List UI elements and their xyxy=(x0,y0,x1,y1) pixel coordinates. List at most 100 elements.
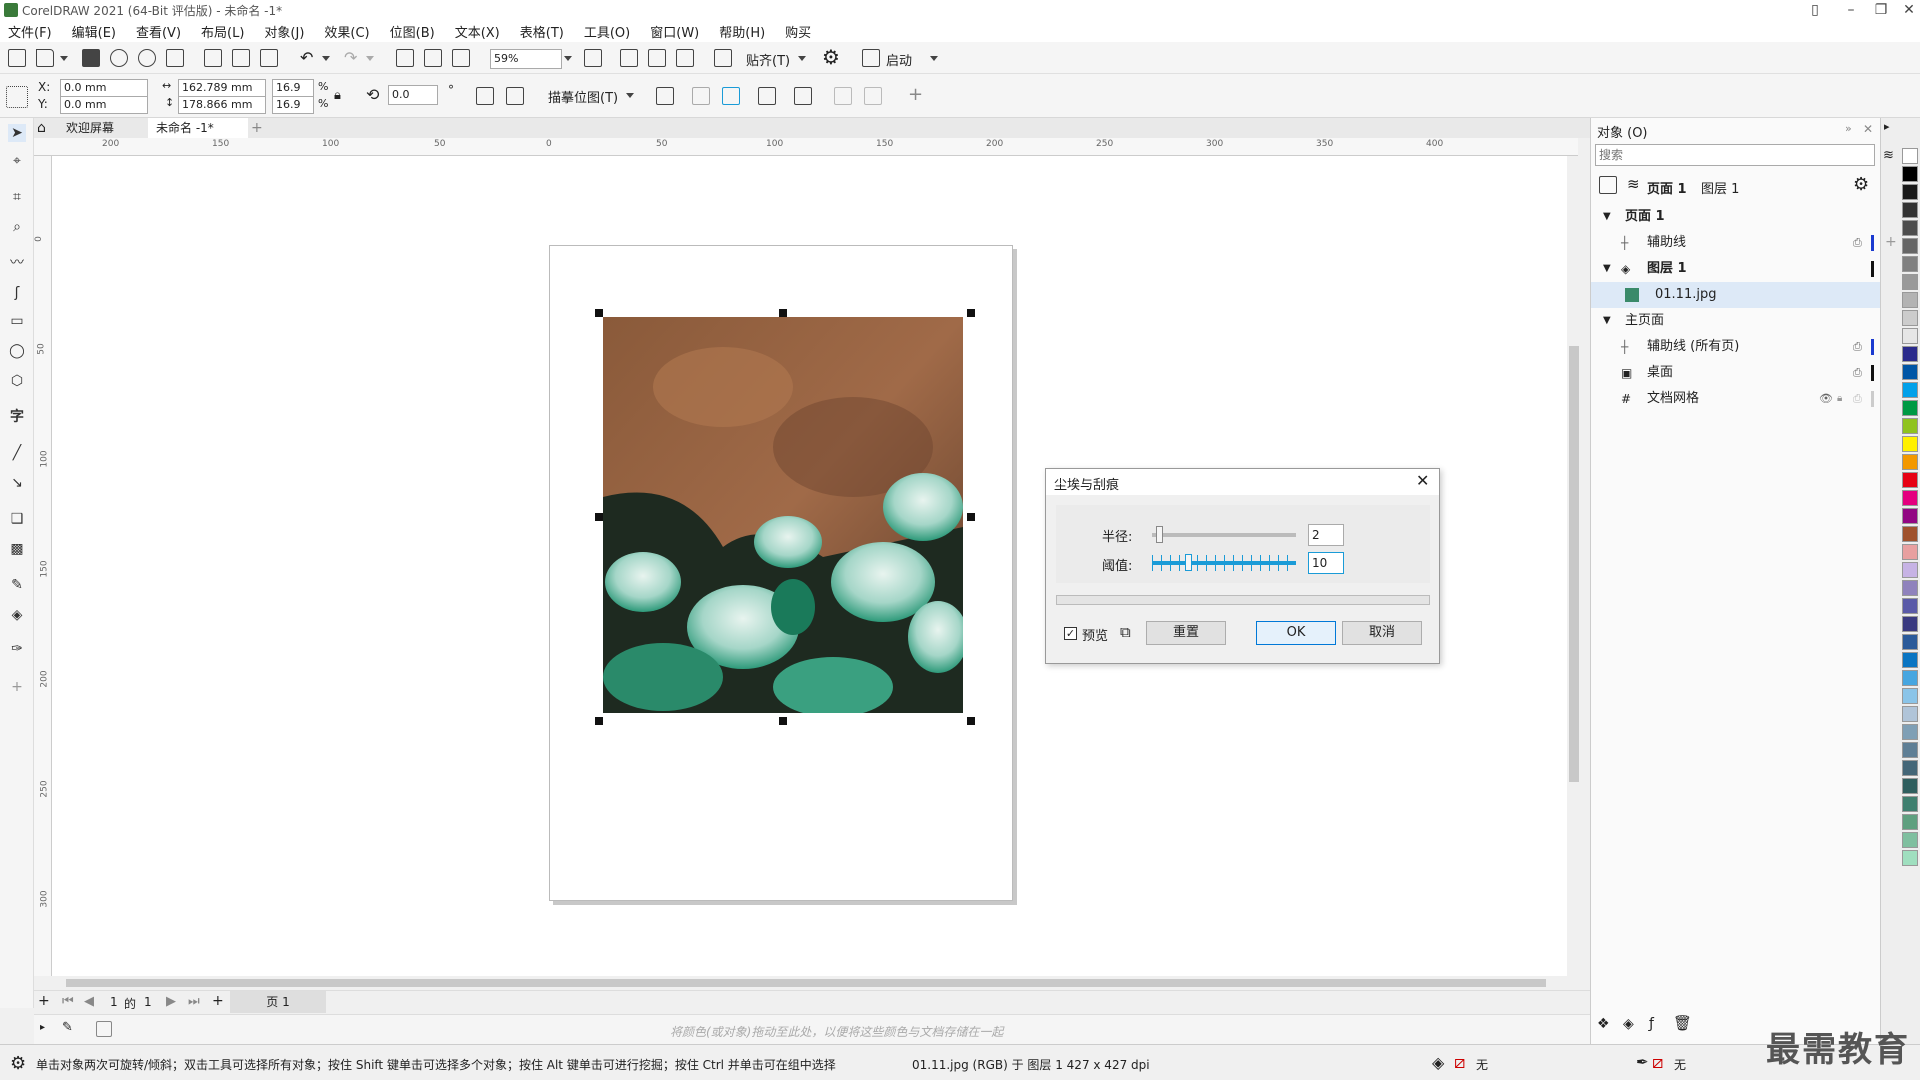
lock-icon[interactable]: 🔒︎ xyxy=(1837,386,1842,412)
print-toggle-icon[interactable]: ⎙ xyxy=(1853,230,1862,256)
selection-handle[interactable] xyxy=(595,717,603,725)
show-object-properties-icon[interactable] xyxy=(1599,176,1617,194)
add-page-after-icon[interactable]: + xyxy=(212,993,224,1009)
resample-icon[interactable] xyxy=(692,87,710,105)
import-icon[interactable] xyxy=(396,49,414,67)
color-swatch[interactable] xyxy=(1902,688,1918,704)
rotation-angle-field[interactable]: 0.0 xyxy=(388,85,438,105)
color-swatch[interactable] xyxy=(1902,382,1918,398)
outline-pen-icon[interactable]: ✒ xyxy=(1636,1053,1649,1071)
tree-item-guides[interactable]: ┼ 辅助线 ⎙ xyxy=(1591,230,1881,256)
trace-caret-icon[interactable] xyxy=(626,93,634,98)
vertical-scrollbar[interactable] xyxy=(1567,156,1581,976)
minimize-button[interactable]: – xyxy=(1836,0,1866,20)
cloud-upload-icon[interactable] xyxy=(138,49,156,67)
y-position-field[interactable]: 0.0 mm xyxy=(60,96,148,114)
threshold-value-field[interactable]: 10 xyxy=(1308,552,1344,574)
zoom-tool-icon[interactable]: ⌕ xyxy=(8,218,26,236)
redo-dropdown-icon[interactable] xyxy=(366,56,374,61)
freehand-tool-icon[interactable]: 〰 xyxy=(8,254,26,272)
connector-tool-icon[interactable]: ↘ xyxy=(8,474,26,492)
tree-item-layer1[interactable]: ▼ ◈ 图层 1 xyxy=(1591,256,1881,282)
popout-preview-icon[interactable]: ⧉ xyxy=(1120,623,1131,641)
add-tool-icon[interactable]: + xyxy=(8,678,26,696)
fill-bucket-icon[interactable]: ◈ xyxy=(1432,1053,1444,1072)
launch-icon[interactable] xyxy=(862,49,880,67)
strip-arrow-icon[interactable]: ▸ xyxy=(1884,120,1890,133)
tab-untitled-document[interactable]: 未命名 -1* xyxy=(148,118,248,138)
color-swatch[interactable] xyxy=(1902,760,1918,776)
home-icon[interactable]: ⌂ xyxy=(34,118,56,138)
trace-bitmap-dropdown[interactable]: 描摹位图(T) xyxy=(548,87,618,106)
eyedropper-icon[interactable]: ✎ xyxy=(8,576,26,594)
show-guidelines-icon[interactable] xyxy=(676,49,694,67)
show-grid-icon[interactable] xyxy=(648,49,666,67)
bitmap-frame-icon[interactable] xyxy=(758,87,776,105)
color-swatch[interactable] xyxy=(1902,292,1918,308)
scale-width-field[interactable]: 16.9 xyxy=(272,79,314,97)
color-swatch[interactable] xyxy=(1902,508,1918,524)
delete-trash-icon[interactable]: 🗑︎ xyxy=(1673,1014,1692,1032)
visibility-eye-icon[interactable]: 👁︎ xyxy=(1819,386,1833,412)
color-swatch[interactable] xyxy=(1902,634,1918,650)
print-toggle-icon[interactable]: ⎙ xyxy=(1853,360,1862,386)
smart-fill-icon[interactable]: ✑ xyxy=(8,640,26,658)
color-swatch[interactable] xyxy=(1902,580,1918,596)
color-swatch[interactable] xyxy=(1902,166,1918,182)
cloud-download-icon[interactable] xyxy=(110,49,128,67)
interactive-fill-icon[interactable]: ◈ xyxy=(8,606,26,624)
next-page-icon[interactable]: ▶ xyxy=(166,994,176,1009)
parallel-dimension-icon[interactable]: ╱ xyxy=(8,444,26,462)
fill-none-swatch-icon[interactable]: ⧄ xyxy=(1454,1052,1465,1073)
color-swatch[interactable] xyxy=(1902,454,1918,470)
zoom-level-field[interactable]: 59% xyxy=(490,49,562,69)
color-swatch[interactable] xyxy=(1902,742,1918,758)
rectangle-tool-icon[interactable]: ▭ xyxy=(8,312,26,330)
objects-search-input[interactable] xyxy=(1595,144,1875,166)
color-swatch[interactable] xyxy=(1902,562,1918,578)
crop-tool-icon[interactable]: ⌗ xyxy=(8,188,26,206)
cancel-button[interactable]: 取消 xyxy=(1342,621,1422,645)
artistic-media-icon[interactable]: ʃ xyxy=(8,284,26,302)
object-origin-icon[interactable] xyxy=(6,86,28,108)
ellipse-tool-icon[interactable]: ◯ xyxy=(8,342,26,360)
snap-off-icon[interactable] xyxy=(714,49,732,67)
color-swatch[interactable] xyxy=(1902,436,1918,452)
show-rulers-icon[interactable] xyxy=(620,49,638,67)
print-toggle-icon[interactable]: ⎙ xyxy=(1853,334,1862,360)
selection-handle[interactable] xyxy=(779,717,787,725)
dialog-close-button[interactable]: ✕ xyxy=(1416,471,1429,490)
last-page-icon[interactable]: ⏭ xyxy=(188,994,200,1009)
launch-caret-icon[interactable] xyxy=(930,56,938,61)
color-swatch[interactable] xyxy=(1902,400,1918,416)
color-swatch[interactable] xyxy=(1902,202,1918,218)
snap-to-dropdown[interactable]: 贴齐(T) xyxy=(746,50,790,69)
color-swatch[interactable] xyxy=(1902,184,1918,200)
open-dropdown-icon[interactable] xyxy=(60,56,68,61)
options-gear-icon[interactable]: ⚙ xyxy=(822,45,840,69)
color-swatch[interactable] xyxy=(1902,670,1918,686)
horizontal-scrollbar[interactable] xyxy=(52,976,1567,990)
color-swatch[interactable] xyxy=(1902,274,1918,290)
color-swatch[interactable] xyxy=(1902,724,1918,740)
add-docker-icon[interactable]: + xyxy=(1885,234,1897,250)
undo-icon[interactable]: ↶ xyxy=(300,48,313,67)
new-tab-icon[interactable]: + xyxy=(248,118,268,138)
menu-object[interactable]: 对象(J) xyxy=(264,22,304,41)
radius-slider-track[interactable] xyxy=(1152,533,1296,537)
tree-item-document-grid[interactable]: # 文档网格 👁︎ 🔒︎ ⎙ xyxy=(1591,386,1881,412)
paste-icon[interactable] xyxy=(260,49,278,67)
color-swatch[interactable] xyxy=(1902,814,1918,830)
publish-pdf-icon[interactable] xyxy=(452,49,470,67)
tree-item-guides-all[interactable]: ┼ 辅助线 (所有页) ⎙ xyxy=(1591,334,1881,360)
scale-height-field[interactable]: 16.9 xyxy=(272,96,314,114)
color-swatch[interactable] xyxy=(1902,148,1918,164)
color-swatch[interactable] xyxy=(1902,472,1918,488)
docker-expand-icon[interactable]: » xyxy=(1845,122,1852,135)
tree-item-desktop[interactable]: ▣ 桌面 ⎙ xyxy=(1591,360,1881,386)
reset-button[interactable]: 重置 xyxy=(1146,621,1226,645)
color-swatch[interactable] xyxy=(1902,778,1918,794)
horizontal-scroll-thumb[interactable] xyxy=(66,979,1546,987)
menu-bitmaps[interactable]: 位图(B) xyxy=(390,22,435,41)
color-swatch[interactable] xyxy=(1902,364,1918,380)
